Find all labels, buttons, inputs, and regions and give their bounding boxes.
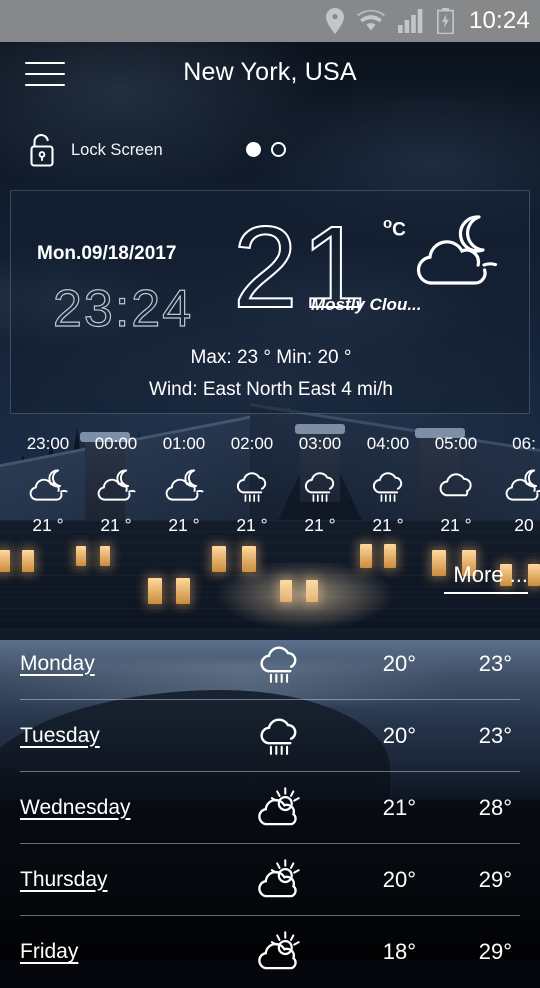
moon-cloud-icon xyxy=(505,469,540,501)
daily-day-name: Monday xyxy=(20,651,95,675)
status-bar: 10:24 xyxy=(0,0,540,42)
current-date: Mon.09/18/2017 xyxy=(37,243,177,264)
temperature-unit: oC xyxy=(383,215,406,241)
cloud-icon xyxy=(439,472,472,496)
daily-icon-wrap xyxy=(252,786,306,829)
hourly-time: 23:00 xyxy=(26,434,70,453)
more-underline xyxy=(444,592,528,594)
hourly-icon-wrap xyxy=(82,463,150,509)
daily-day-name: Thursday xyxy=(20,867,108,891)
current-weather-card[interactable]: Mon.09/18/2017 23:24 21 oC Mostly Clou..… xyxy=(10,190,530,414)
location-pin-icon xyxy=(325,8,344,34)
moon-cloud-icon xyxy=(97,469,136,501)
daily-high-temperature: 23° xyxy=(478,722,512,748)
status-bar-clock: 10:24 xyxy=(468,7,530,34)
daily-forecast-row[interactable]: Tuesday 20° 23° xyxy=(20,700,520,772)
moon-cloud-icon xyxy=(416,215,498,285)
daily-low-temperature: 20° xyxy=(382,722,416,748)
hourly-icon-wrap xyxy=(150,463,218,509)
lock-screen-toggle[interactable]: Lock Screen xyxy=(26,131,163,169)
max-min-temperature: Max: 23 ° Min: 20 ° xyxy=(190,347,352,368)
page-indicator[interactable] xyxy=(246,142,286,157)
rain-cloud-icon xyxy=(236,471,267,502)
daily-icon-wrap xyxy=(252,931,306,974)
daily-high-temperature: 29° xyxy=(478,939,512,964)
hourly-temperature: 21 ° xyxy=(168,515,200,535)
hourly-temperature: 20 xyxy=(514,515,534,535)
current-condition: Mostly Clou... xyxy=(311,295,422,314)
daily-high-temperature: 23° xyxy=(478,650,512,676)
hourly-time: 05:00 xyxy=(434,434,478,453)
hourly-time: 00:00 xyxy=(94,434,138,453)
daily-high-temperature: 29° xyxy=(478,866,512,892)
moon-cloud-icon xyxy=(29,469,68,501)
daily-forecast-row[interactable]: Wednesday 21° 28° xyxy=(20,772,520,844)
daily-low-temperature: 20° xyxy=(382,650,416,676)
hourly-icon-wrap xyxy=(218,463,286,509)
rain-cloud-icon xyxy=(372,471,403,502)
rain-cloud-icon xyxy=(260,646,297,683)
rain-cloud-icon xyxy=(260,718,297,755)
hourly-item[interactable]: 03:00 21 ° xyxy=(286,434,354,536)
unit-letter: C xyxy=(392,219,406,241)
hourly-icon-wrap xyxy=(354,463,422,509)
hourly-icon-wrap xyxy=(490,463,540,509)
sun-cloud-icon xyxy=(258,931,300,970)
hourly-time: 03:00 xyxy=(298,434,342,453)
battery-charging-icon xyxy=(436,8,454,34)
lock-screen-label: Lock Screen xyxy=(71,140,163,159)
daily-low-temperature: 21° xyxy=(382,794,416,820)
daily-low-temperature: 20° xyxy=(382,866,416,892)
more-label: More ... xyxy=(453,562,528,587)
daily-low-temperature: 18° xyxy=(382,939,416,964)
hourly-item[interactable]: 05:00 21 ° xyxy=(422,434,490,536)
unlocked-padlock-icon xyxy=(30,133,54,167)
daily-day-name: Friday xyxy=(20,940,79,963)
hourly-temperature: 21 ° xyxy=(100,515,132,535)
signal-bars-icon xyxy=(397,9,423,33)
rain-cloud-icon xyxy=(304,471,335,502)
hourly-temperature: 21 ° xyxy=(304,515,336,535)
wind-info: Wind: East North East 4 mi/h xyxy=(149,379,393,400)
sun-cloud-icon xyxy=(258,786,300,825)
daily-day-name: Wednesday xyxy=(20,795,131,819)
hourly-time: 06: xyxy=(512,434,536,453)
daily-icon-wrap xyxy=(252,858,306,901)
hourly-icon-wrap xyxy=(422,463,490,509)
hourly-temperature: 21 ° xyxy=(440,515,472,535)
hourly-icon-wrap xyxy=(286,463,354,509)
hourly-item[interactable]: 06: 20 xyxy=(490,434,540,536)
wifi-icon xyxy=(357,10,385,31)
hourly-temperature: 21 ° xyxy=(372,515,404,535)
daily-high-temperature: 28° xyxy=(478,794,512,820)
more-link[interactable]: More ... xyxy=(444,562,528,594)
hourly-icon-wrap xyxy=(14,463,82,509)
daily-forecast-row[interactable]: Friday 18° 29° xyxy=(20,916,520,988)
daily-icon-wrap xyxy=(252,714,306,757)
page-title: New York, USA xyxy=(183,58,357,86)
moon-cloud-icon xyxy=(165,469,204,501)
daily-forecast-list[interactable]: Monday 20° 23° Tuesday 20° 23° Wednesday 21° 28°… xyxy=(0,628,540,970)
sun-cloud-icon xyxy=(258,858,300,897)
hourly-item[interactable]: 01:00 21 ° xyxy=(150,434,218,536)
hourly-temperature: 21 ° xyxy=(32,515,64,535)
hourly-time: 02:00 xyxy=(230,434,274,453)
hourly-item[interactable]: 02:00 21 ° xyxy=(218,434,286,536)
page-dot-inactive[interactable] xyxy=(271,142,286,157)
degree-symbol: o xyxy=(383,215,393,232)
daily-forecast-row[interactable]: Monday 20° 23° xyxy=(20,628,520,700)
daily-icon-wrap xyxy=(252,642,306,685)
hourly-time: 01:00 xyxy=(162,434,206,453)
hourly-forecast-strip[interactable]: 23:00 21 ° 00:00 21 ° 01:00 21 ° 02:00 21 ° 03:0… xyxy=(14,434,540,536)
hourly-item[interactable]: 00:00 21 ° xyxy=(82,434,150,536)
page-dot-active[interactable] xyxy=(246,142,261,157)
hourly-item[interactable]: 04:00 21 ° xyxy=(354,434,422,536)
hourly-time: 04:00 xyxy=(366,434,410,453)
current-clock: 23:24 xyxy=(52,279,194,338)
daily-forecast-row[interactable]: Thursday 20° 29° xyxy=(20,844,520,916)
hourly-temperature: 21 ° xyxy=(236,515,268,535)
daily-day-name: Tuesday xyxy=(20,723,100,747)
hourly-item[interactable]: 23:00 21 ° xyxy=(14,434,82,536)
